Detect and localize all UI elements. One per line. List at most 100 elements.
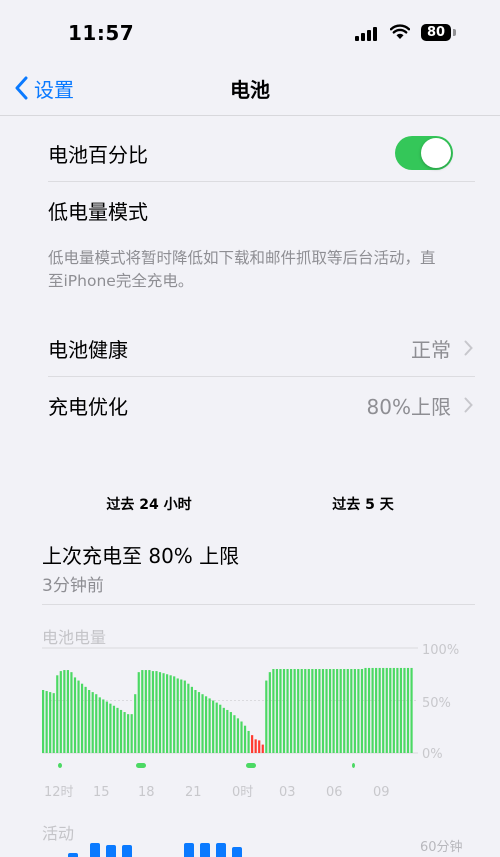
battery-level-bar bbox=[176, 678, 179, 753]
battery-level-bar bbox=[396, 667, 399, 753]
battery-level-bar bbox=[357, 669, 360, 753]
battery-level-bar bbox=[162, 673, 165, 753]
battery-level-bar bbox=[403, 667, 406, 753]
battery-level-bar bbox=[105, 701, 108, 753]
battery-level-bar bbox=[325, 669, 328, 753]
last-charge-title: 上次充电至 80% 上限 bbox=[42, 544, 240, 568]
battery-level-bar bbox=[371, 667, 374, 753]
battery-level-bar bbox=[45, 691, 48, 753]
battery-level-bar bbox=[112, 705, 116, 753]
charging-indicator bbox=[352, 763, 355, 768]
battery-level-bar bbox=[286, 669, 289, 753]
battery-level-bar bbox=[279, 669, 282, 753]
battery-level-bar bbox=[265, 680, 268, 753]
wifi-icon bbox=[390, 24, 410, 39]
battery-level-bar bbox=[275, 669, 279, 753]
x-tick-0: 0时 bbox=[232, 785, 253, 800]
x-tick-03: 03 bbox=[279, 785, 296, 800]
clock: 11:57 bbox=[68, 21, 135, 45]
battery-level-bar bbox=[194, 690, 197, 753]
battery-level-bar bbox=[350, 669, 353, 753]
battery-level-bar bbox=[183, 680, 186, 753]
battery-level-bar bbox=[123, 712, 126, 753]
battery-level-bar bbox=[307, 669, 310, 753]
battery-level-bar bbox=[247, 730, 250, 753]
battery-level-bar bbox=[314, 669, 317, 753]
activity-bar bbox=[184, 843, 194, 857]
battery-level-bar bbox=[282, 669, 286, 753]
battery-level-bar bbox=[158, 672, 162, 753]
battery-level-bar bbox=[102, 699, 105, 753]
battery-icon: 80 bbox=[421, 24, 451, 41]
battery-level-bar bbox=[378, 667, 381, 753]
battery-level-bar bbox=[166, 674, 169, 753]
activity-bar bbox=[90, 843, 100, 857]
battery-level-bar bbox=[385, 667, 388, 753]
low-power-row[interactable]: 低电量模式 bbox=[48, 182, 475, 238]
battery-level-bar bbox=[219, 704, 222, 753]
battery-level-bar bbox=[56, 675, 59, 753]
x-tick-15: 15 bbox=[93, 785, 110, 800]
battery-level-bar bbox=[251, 735, 254, 753]
battery-level-bar bbox=[98, 697, 101, 753]
page-title: 电池 bbox=[230, 78, 270, 102]
battery-level-bar bbox=[151, 671, 155, 753]
segment-last-24h[interactable]: 过去 24 小时 bbox=[42, 482, 256, 528]
x-tick-06: 06 bbox=[326, 785, 343, 800]
battery-level-bar bbox=[155, 671, 158, 753]
x-tick-18: 18 bbox=[138, 785, 155, 800]
battery-percentage-label: 电池百分比 bbox=[48, 142, 148, 167]
activity-bar bbox=[200, 843, 210, 857]
battery-level-bar bbox=[261, 744, 264, 753]
battery-level-bar bbox=[367, 667, 371, 753]
battery-level-bar bbox=[70, 672, 73, 753]
x-tick-21: 21 bbox=[185, 785, 202, 800]
segment-last-5-days[interactable]: 过去 5 天 bbox=[256, 482, 470, 528]
y-tick-0: 0% bbox=[422, 747, 443, 762]
battery-level-bar bbox=[339, 669, 342, 753]
battery-level-bar bbox=[127, 714, 130, 753]
battery-level-bar bbox=[141, 670, 144, 753]
last-charge-time: 3分钟前 bbox=[42, 576, 104, 596]
battery-level-bar bbox=[360, 669, 364, 753]
battery-level-bar bbox=[130, 714, 133, 753]
battery-level-bar bbox=[258, 740, 261, 753]
battery-level-bar bbox=[80, 683, 84, 753]
battery-level-bar bbox=[240, 721, 243, 753]
battery-level-bar bbox=[52, 693, 55, 753]
battery-level-bar bbox=[229, 712, 232, 753]
battery-health-row[interactable]: 电池健康 正常 bbox=[48, 320, 475, 376]
activity-chart bbox=[0, 838, 500, 857]
chevron-right-icon bbox=[464, 397, 473, 413]
battery-level-bar bbox=[49, 692, 52, 753]
battery-level-bar bbox=[353, 669, 356, 753]
battery-level-bar bbox=[208, 698, 211, 753]
battery-level-bar bbox=[336, 669, 339, 753]
battery-level-bar bbox=[254, 739, 257, 753]
battery-level-bar bbox=[204, 696, 208, 753]
navigation-bar: 设置 电池 bbox=[0, 60, 500, 116]
charge-optimization-row[interactable]: 充电优化 80%上限 bbox=[48, 377, 475, 433]
chevron-right-icon bbox=[464, 340, 473, 356]
battery-level-bar bbox=[375, 667, 378, 753]
activity-bar bbox=[106, 845, 116, 857]
battery-level-bar bbox=[84, 686, 87, 753]
battery-level-bar bbox=[297, 669, 300, 753]
battery-health-value: 正常 bbox=[411, 337, 451, 362]
battery-level-bar bbox=[137, 672, 140, 753]
activity-bar bbox=[68, 853, 78, 857]
battery-health-label: 电池健康 bbox=[48, 337, 128, 362]
battery-level-bar bbox=[95, 694, 98, 753]
charging-indicator bbox=[246, 763, 256, 768]
battery-level-bar bbox=[332, 669, 335, 753]
low-power-footnote: 低电量模式将暂时降低如下载和邮件抓取等后台活动，直至iPhone完全充电。 bbox=[48, 249, 436, 290]
battery-level-bar bbox=[343, 669, 346, 753]
x-tick-09: 09 bbox=[373, 785, 390, 800]
battery-level-bar bbox=[392, 667, 395, 753]
charging-indicator bbox=[136, 763, 146, 768]
battery-level-bar bbox=[91, 692, 94, 753]
battery-level-bar bbox=[406, 667, 410, 753]
battery-level-bar bbox=[63, 670, 66, 753]
battery-percentage-toggle[interactable] bbox=[395, 136, 453, 170]
battery-level-bar bbox=[212, 700, 215, 753]
